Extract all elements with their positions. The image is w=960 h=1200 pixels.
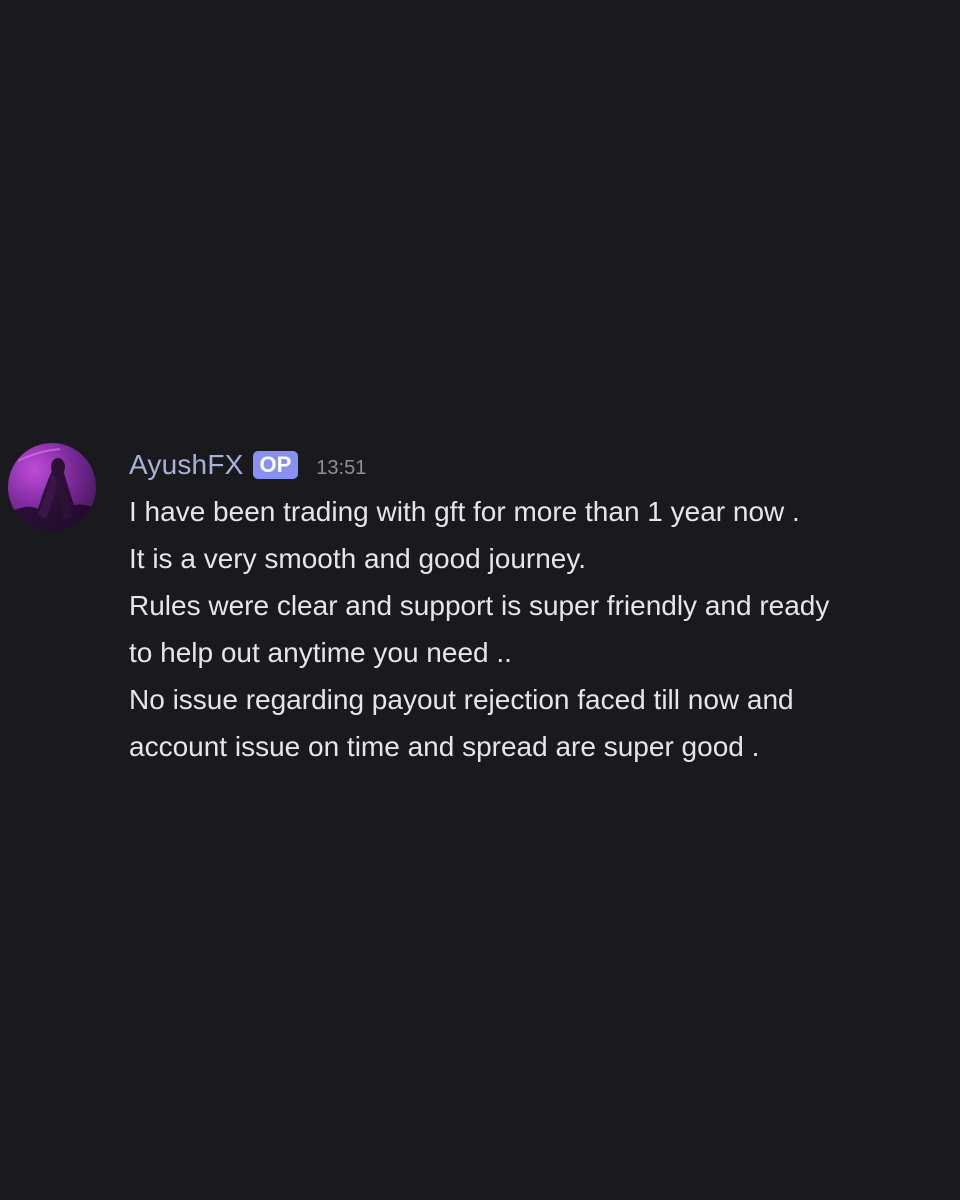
- user-avatar-icon: [8, 448, 96, 531]
- message-content: I have been trading with gft for more th…: [129, 488, 951, 770]
- message-line: I have been trading with gft for more th…: [129, 496, 800, 527]
- message-line: Rules were clear and support is super fr…: [129, 590, 830, 621]
- avatar[interactable]: [8, 443, 96, 531]
- message-header: AyushFX OP 13:51: [129, 447, 366, 483]
- op-badge: OP: [252, 451, 299, 479]
- timestamp[interactable]: 13:51: [316, 457, 366, 480]
- message-line: account issue on time and spread are sup…: [129, 731, 760, 762]
- message-line: It is a very smooth and good journey.: [129, 543, 587, 574]
- message-line: to help out anytime you need ..: [129, 637, 512, 668]
- message-line: No issue regarding payout rejection face…: [129, 684, 794, 715]
- username[interactable]: AyushFX: [129, 449, 244, 481]
